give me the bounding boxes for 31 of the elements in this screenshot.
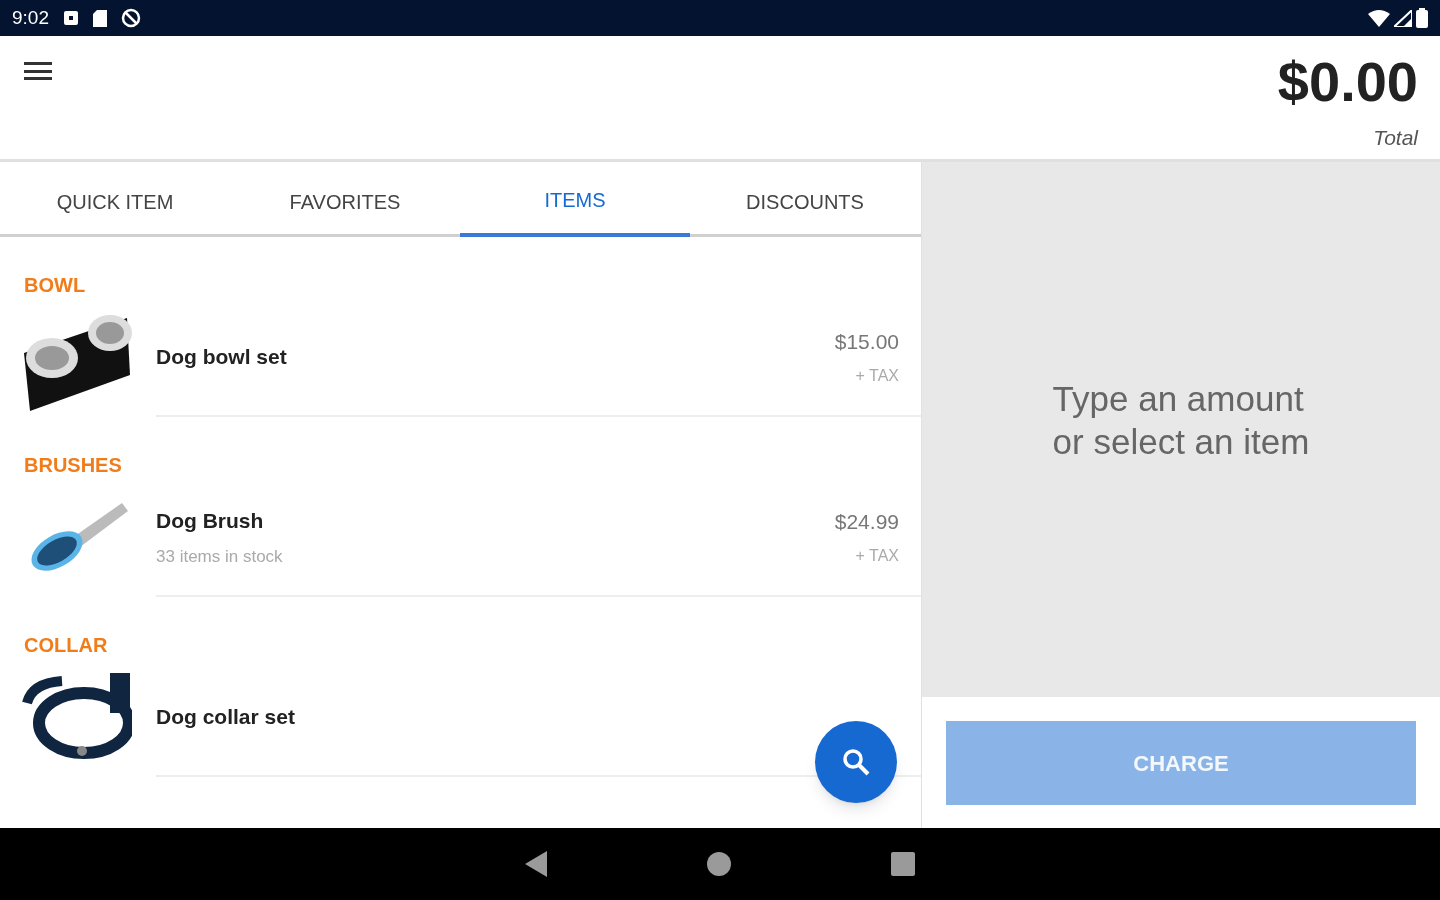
section-header: BRUSHES (23, 453, 122, 478)
item-row[interactable]: Dog bowl set $15.00 + TAX (0, 299, 921, 417)
stock-count: 33 items in stock (156, 546, 283, 568)
sd-card-icon (93, 9, 107, 27)
status-time: 9:02 (12, 5, 49, 30)
sync-off-icon (121, 8, 141, 28)
battery-icon (1416, 8, 1428, 28)
total-label: Total (1373, 125, 1418, 151)
tab[interactable]: DISCOUNTS (690, 162, 920, 237)
notification-icon (63, 10, 79, 26)
tax-label: + TAX (855, 365, 899, 386)
tab[interactable]: QUICK ITEM (0, 162, 230, 237)
tab[interactable]: ITEMS (460, 162, 690, 237)
search-icon (842, 748, 870, 776)
wifi-icon (1368, 9, 1390, 27)
total-amount: $0.00 (1277, 50, 1418, 114)
section-header: BOWL (23, 273, 86, 298)
item-name: Dog bowl set (156, 344, 287, 371)
section-header: COLLAR (23, 633, 108, 658)
item-price: $15.00 (834, 329, 899, 356)
back-icon[interactable] (525, 851, 547, 877)
home-icon[interactable] (707, 852, 731, 876)
cart-hint: Type an amount or select an item (1052, 377, 1310, 463)
menu-icon[interactable] (24, 60, 54, 82)
item-price: $24.99 (834, 509, 899, 536)
item-name: Dog collar set (156, 704, 295, 731)
item-row[interactable]: Dog Brush 33 items in stock $24.99 + TAX (0, 479, 921, 597)
item-name: Dog Brush (156, 507, 265, 534)
tab[interactable]: FAVORITES (230, 162, 460, 237)
signal-icon (1394, 9, 1412, 27)
tax-label: + TAX (855, 545, 899, 566)
